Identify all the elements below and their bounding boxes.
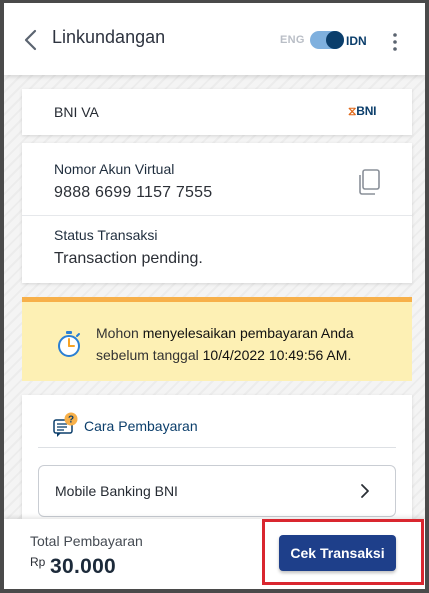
status-label: Status Transaksi: [54, 227, 158, 243]
app-header: Linkundangan ENG IDN: [4, 3, 425, 75]
bni-logo-icon: ⧖: [348, 104, 357, 118]
notice-text: Mohon menyelesaikan pembayaran Anda sebel…: [96, 325, 354, 363]
lang-eng-label[interactable]: ENG: [280, 34, 305, 46]
payment-deadline-notice: Mohon menyelesaikan pembayaran Anda sebel…: [22, 297, 412, 381]
virtual-account-card: Nomor Akun Virtual 9888 6699 1157 7555 S…: [22, 143, 412, 283]
help-chat-icon: ?: [53, 412, 78, 437]
language-toggle[interactable]: [310, 31, 344, 49]
bank-name: BNI VA: [54, 104, 99, 120]
total-amount: 30.000: [50, 555, 117, 578]
toggle-knob: [326, 31, 344, 49]
va-number: 9888 6699 1157 7555: [54, 184, 213, 201]
lang-idn-label[interactable]: IDN: [346, 34, 367, 48]
svg-text:?: ?: [68, 415, 74, 426]
more-vertical-icon[interactable]: [387, 31, 403, 53]
deadline-value: 10/4/2022 10:49:56 AM: [202, 347, 348, 363]
payment-method-card: ? Cara Pembayaran Mobile Banking BNI: [22, 395, 412, 535]
bank-logo: ⧖BNI: [348, 104, 377, 118]
currency-label: Rp: [30, 555, 46, 569]
stopwatch-icon: [58, 331, 80, 357]
status-value: Transaction pending.: [54, 250, 203, 267]
check-transaction-button[interactable]: Cek Transaksi: [279, 535, 396, 571]
divider: [22, 215, 412, 216]
chevron-right-icon: [361, 484, 369, 498]
payment-method-mobile-banking[interactable]: Mobile Banking BNI: [38, 465, 396, 517]
payment-footer: Total Pembayaran Rp 30.000 Cek Transaksi: [4, 519, 425, 589]
total-label: Total Pembayaran: [30, 533, 143, 549]
app-frame: Linkundangan ENG IDN BNI VA ⧖BNI Nomor A…: [0, 0, 429, 593]
payment-title: Cara Pembayaran: [84, 418, 198, 434]
divider: [38, 447, 396, 448]
chevron-left-icon[interactable]: [20, 27, 42, 53]
page-title: Linkundangan: [52, 27, 166, 47]
copy-icon[interactable]: [356, 168, 382, 196]
va-label: Nomor Akun Virtual: [54, 161, 175, 177]
bank-card: BNI VA ⧖BNI: [22, 89, 412, 135]
payment-method-label: Mobile Banking BNI: [55, 483, 178, 499]
